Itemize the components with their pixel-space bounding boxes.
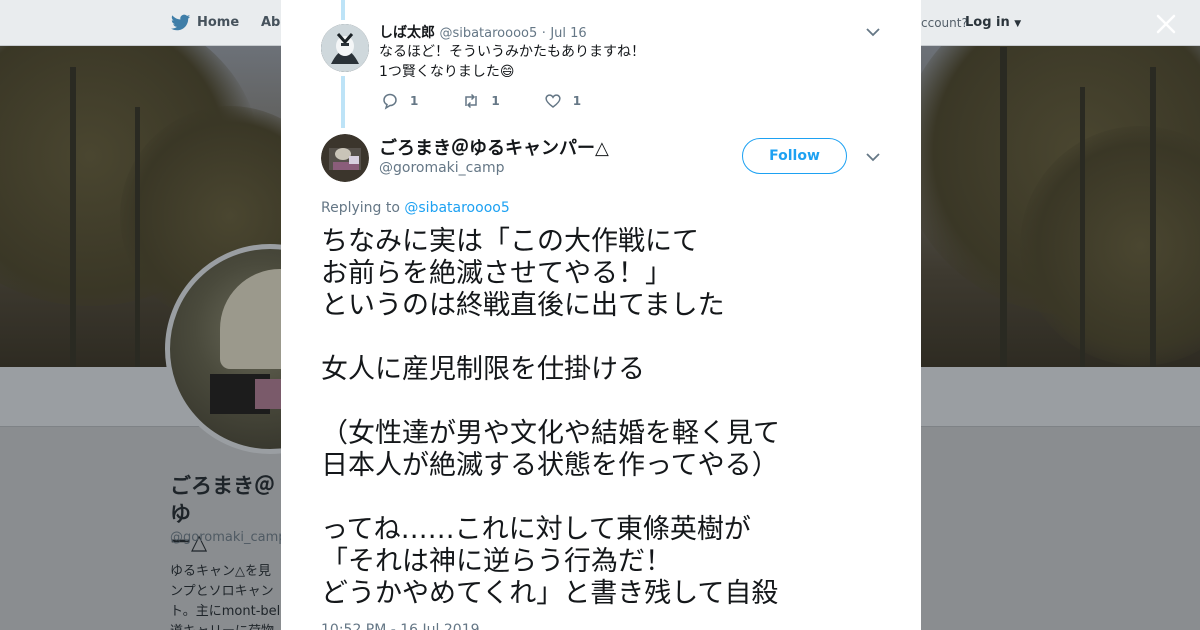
previous-tweet-header: しば太郎 @sibataroooo5 · Jul 16 [379, 22, 587, 42]
previous-tweet-text: なるほど！そういうみかたもありますね！ 1つ賢くなりました😄 [379, 42, 645, 82]
follow-button[interactable]: Follow [742, 138, 847, 174]
previous-tweet-actions: 1 1 1 [381, 92, 625, 110]
twitter-bird-icon [171, 14, 191, 31]
replying-to: Replying to @sibataroooo5 [321, 200, 510, 216]
previous-tweet-name[interactable]: しば太郎 [379, 25, 435, 41]
login-link[interactable]: Log in ▼ [965, 15, 1021, 30]
avatar-character-icon [321, 24, 369, 72]
heart-icon [545, 94, 561, 108]
main-tweet-avatar[interactable] [321, 134, 369, 182]
retweet-icon [465, 93, 478, 109]
profile-handle: @goromaki_camp [170, 530, 287, 545]
previous-tweet-line-2: 1つ賢くなりました😄 [379, 64, 515, 80]
meta-separator: · [541, 26, 546, 41]
replying-to-handle[interactable]: @sibataroooo5 [404, 200, 509, 216]
previous-tweet-avatar[interactable] [321, 24, 369, 72]
login-label: Log in [965, 15, 1010, 30]
previous-tweet-line-1: なるほど！そういうみかたもありますね！ [379, 44, 645, 60]
profile-bio: ゆるキャン△を見 ンプとソロキャン ト。主にmont-bel 道キャリーに荷物 [170, 564, 281, 630]
reply-count: 1 [410, 94, 419, 108]
like-count: 1 [572, 94, 582, 108]
thread-line-top [341, 0, 345, 20]
retweet-count: 1 [491, 94, 500, 108]
main-tweet-timestamp[interactable]: 10:52 PM - 16 Jul 2019 [321, 622, 480, 630]
chevron-down-icon[interactable] [866, 152, 880, 162]
close-icon[interactable] [1154, 12, 1178, 36]
nav-home[interactable]: Home [197, 15, 239, 30]
main-tweet-name[interactable]: ごろまき＠ゆるキャンパー△ [379, 134, 609, 160]
chevron-down-icon[interactable] [866, 27, 880, 37]
reply-icon [383, 93, 397, 110]
previous-tweet-date[interactable]: Jul 16 [550, 26, 586, 41]
account-prompt: ccount? [921, 16, 968, 30]
avatar-photo-icon [321, 134, 369, 182]
like-action[interactable]: 1 [544, 92, 581, 110]
previous-tweet-handle[interactable]: @sibataroooo5 [439, 26, 537, 41]
replying-to-label: Replying to [321, 200, 400, 216]
caret-down-icon: ▼ [1014, 19, 1022, 29]
tweet-modal: しば太郎 @sibataroooo5 · Jul 16 なるほど！そういうみかた… [281, 0, 921, 630]
main-tweet-text: ちなみに実は「この大作戦にて お前らを絶滅させてやる！」 というのは終戦直後に出… [321, 226, 780, 609]
main-tweet-handle[interactable]: @goromaki_camp [379, 160, 504, 176]
reply-action[interactable]: 1 [381, 92, 418, 110]
retweet-action[interactable]: 1 [462, 92, 500, 110]
thread-line-connector [341, 76, 345, 128]
